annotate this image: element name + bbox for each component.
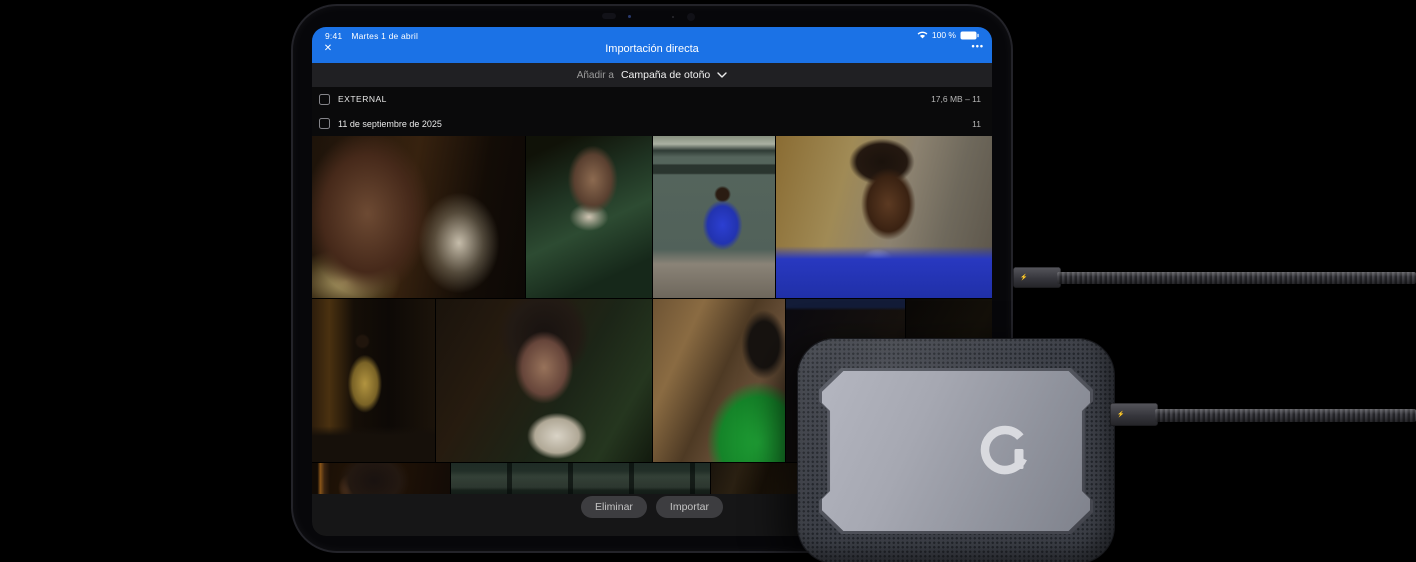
- photo-thumbnail[interactable]: [526, 136, 652, 298]
- source-row-external[interactable]: EXTERNAL 17,6 MB – 11: [312, 87, 992, 111]
- battery-icon: [960, 31, 979, 40]
- camera-dot-icon: [628, 15, 631, 18]
- g-brand-logo-icon: [977, 422, 1033, 483]
- source-list: EXTERNAL 17,6 MB – 11 11 de septiembre d…: [312, 87, 992, 136]
- source-meta: 17,6 MB – 11: [931, 94, 981, 104]
- add-to-collection-bar[interactable]: Añadir a Campaña de otoño: [312, 63, 992, 87]
- usb-logo-icon: ⚡: [1020, 274, 1028, 281]
- import-button[interactable]: Importar: [655, 496, 724, 518]
- battery-percent-text: 100 %: [931, 30, 956, 40]
- camera-icon: [602, 13, 616, 19]
- date-text: Martes 1 de abril: [351, 31, 419, 41]
- photo-thumbnail[interactable]: [776, 136, 992, 298]
- photo-thumbnail[interactable]: [451, 463, 710, 494]
- camera-lens-icon: [687, 13, 695, 21]
- usb-c-connector-ipad: ⚡: [1013, 267, 1061, 288]
- status-bar-left: 9:41 Martes 1 de abril: [325, 31, 418, 41]
- checkbox-date[interactable]: [319, 118, 330, 129]
- photo-thumbnail[interactable]: [312, 299, 435, 462]
- chevron-down-icon: [717, 72, 727, 78]
- more-options-icon[interactable]: •••: [972, 41, 984, 51]
- app-header: 9:41 Martes 1 de abril 100 % ✕ Importaci…: [312, 27, 992, 63]
- drive-plate: [822, 371, 1090, 531]
- page-title: Importación directa: [605, 43, 699, 55]
- page-background: 9:41 Martes 1 de abril 100 % ✕ Importaci…: [0, 0, 1416, 562]
- drive-plate-rim: [819, 368, 1093, 534]
- add-to-label: Añadir a: [576, 69, 614, 81]
- status-bar-right: 100 %: [917, 30, 979, 40]
- source-row-date[interactable]: 11 de septiembre de 2025 11: [312, 111, 992, 136]
- wifi-icon: [917, 31, 928, 39]
- photo-thumbnail[interactable]: [653, 299, 785, 462]
- photo-thumbnail[interactable]: [436, 299, 652, 462]
- braided-cable-top: [1057, 272, 1416, 284]
- photo-thumbnail[interactable]: [653, 136, 775, 298]
- external-ssd-drive: [797, 338, 1115, 562]
- source-label: EXTERNAL: [338, 94, 387, 104]
- usb-c-connector-drive: ⚡: [1110, 403, 1158, 426]
- braided-cable-bottom: [1155, 409, 1416, 422]
- source-label: 11 de septiembre de 2025: [338, 118, 442, 129]
- photo-thumbnail[interactable]: [312, 136, 525, 298]
- usb-logo-icon: ⚡: [1117, 411, 1125, 418]
- source-meta: 11: [972, 118, 981, 129]
- photo-thumbnail[interactable]: [312, 463, 450, 494]
- delete-button[interactable]: Eliminar: [580, 496, 647, 518]
- collection-name: Campaña de otoño: [620, 69, 711, 81]
- photo-thumbnail[interactable]: [711, 463, 800, 494]
- sensor-dot-icon: [672, 16, 674, 18]
- checkbox-external[interactable]: [319, 93, 330, 105]
- clock-text: 9:41: [325, 31, 343, 41]
